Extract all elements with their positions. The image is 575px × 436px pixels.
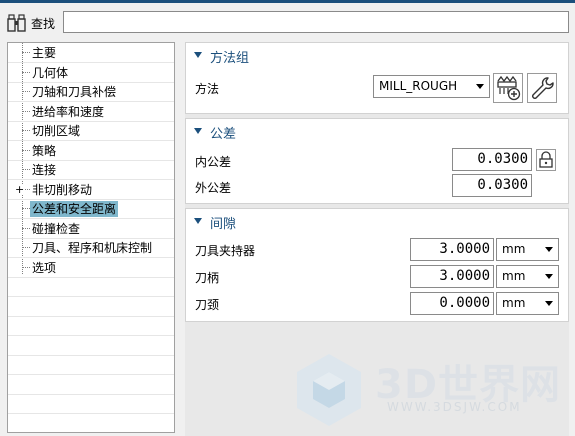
- tree-item[interactable]: 连接: [8, 160, 174, 180]
- search-bar: 查找: [0, 3, 575, 40]
- tree-connector-line: [22, 149, 30, 151]
- tree-empty-row: [8, 375, 174, 395]
- inner-tolerance-input[interactable]: 0.0300: [452, 148, 532, 171]
- search-label: 查找: [31, 17, 56, 31]
- wrench-icon: [532, 77, 554, 99]
- tree-item[interactable]: 公差和安全距离: [8, 199, 174, 219]
- tree-connector-line: [22, 227, 30, 229]
- tree-item[interactable]: 策略: [8, 141, 174, 161]
- tree-item-label: 策略: [32, 143, 57, 158]
- tree-item[interactable]: 切削区域: [8, 121, 174, 141]
- method-group-header[interactable]: 方法组: [186, 43, 568, 67]
- tree-empty-row: [8, 336, 174, 356]
- tree-empty-row: [8, 355, 174, 375]
- chevron-down-icon: [545, 301, 553, 306]
- shank-unit-value: mm: [502, 269, 526, 283]
- shank-clearance-label: 刀柄: [195, 271, 220, 285]
- tree-item[interactable]: 主要: [8, 43, 174, 63]
- collapse-triangle-icon: [194, 52, 202, 58]
- tree-connector-line: [22, 266, 30, 268]
- inner-tolerance-label: 内公差: [195, 155, 232, 169]
- tree-connector-line: [22, 169, 30, 170]
- edit-method-button[interactable]: [527, 73, 557, 103]
- neck-unit-value: mm: [502, 296, 526, 310]
- tree-item[interactable]: 刀轴和刀具补偿: [8, 82, 174, 102]
- shank-unit-dropdown[interactable]: mm: [496, 265, 559, 288]
- tree-empty-row: [8, 414, 174, 433]
- tree-empty-row: [8, 297, 174, 317]
- create-method-button[interactable]: [493, 73, 523, 103]
- holder-unit-dropdown[interactable]: mm: [496, 238, 559, 261]
- chevron-down-icon: [545, 247, 553, 252]
- settings-tree: 主要几何体刀轴和刀具补偿 进给率和速度 切削区域策略连接 + 非切削移动公差和安全距离碰…: [7, 42, 175, 433]
- tree-item[interactable]: 碰撞检查: [8, 219, 174, 239]
- tree-connector-line: [22, 130, 30, 131]
- tree-item-label: 切削区域: [32, 124, 81, 138]
- chevron-down-icon: [476, 84, 484, 89]
- create-method-icon: [497, 75, 521, 101]
- tree-empty-row: [8, 316, 174, 336]
- clearance-title: 间隙: [210, 217, 237, 232]
- method-group-title: 方法组: [210, 51, 250, 66]
- shank-clearance-input[interactable]: 3.0000: [410, 265, 494, 288]
- clearance-section: 间隙 刀具夹持器 3.0000 mm 刀柄 3.0000 mm 刀颈 0.000…: [185, 208, 569, 322]
- method-label: 方法: [195, 82, 220, 96]
- tree-item-label: 刀具、程序和机床控制: [32, 241, 153, 255]
- tree-item-label: 连接: [32, 163, 57, 177]
- tree-item[interactable]: 刀具、程序和机床控制: [8, 238, 174, 258]
- holder-clearance-label: 刀具夹持器: [195, 244, 256, 258]
- method-group-section: 方法组 方法 MILL_ROUGH: [185, 42, 569, 114]
- tolerance-header[interactable]: 公差: [186, 119, 568, 143]
- tree-empty-row: [8, 394, 174, 414]
- watermark: 3D世界网 WWW.3DSJW.COM: [289, 350, 560, 430]
- clearance-header[interactable]: 间隙: [186, 209, 568, 233]
- binoculars-icon[interactable]: [7, 13, 27, 33]
- tolerance-section: 公差 内公差 0.0300 外公差 0.0300: [185, 118, 569, 204]
- expand-plus-icon[interactable]: +: [15, 183, 24, 195]
- tree-connector-line: [22, 208, 30, 209]
- tree-item-label: 主要: [32, 46, 57, 60]
- tree-item[interactable]: 几何体: [8, 63, 174, 83]
- tree-item[interactable]: 选项: [8, 258, 174, 278]
- tree-connector-line: [22, 110, 30, 112]
- tree-item-label: 碰撞检查: [32, 221, 81, 236]
- tree-item-label: 刀轴和刀具补偿: [32, 85, 117, 99]
- outer-tolerance-label: 外公差: [195, 181, 232, 195]
- collapse-triangle-icon: [194, 128, 202, 134]
- chevron-down-icon: [545, 274, 553, 279]
- neck-unit-dropdown[interactable]: mm: [496, 292, 559, 315]
- search-input[interactable]: [63, 11, 569, 33]
- tree-item-label: 公差和安全距离: [30, 201, 119, 217]
- neck-clearance-label: 刀颈: [195, 298, 220, 312]
- tree-item[interactable]: 进给率和速度: [8, 102, 174, 122]
- holder-unit-value: mm: [502, 242, 526, 256]
- tree-connector-line: [22, 247, 30, 248]
- tree-item-label: 进给率和速度: [32, 104, 105, 119]
- tree-connector-line: [22, 52, 30, 53]
- watermark-cube-logo: [297, 354, 361, 426]
- tree-item-label: 几何体: [32, 65, 69, 80]
- holder-clearance-input[interactable]: 3.0000: [410, 238, 494, 261]
- neck-clearance-input[interactable]: 0.0000: [410, 292, 494, 315]
- method-dropdown-value: MILL_ROUGH: [379, 79, 458, 93]
- outer-tolerance-input[interactable]: 0.0300: [452, 174, 532, 197]
- tree-item-label: 选项: [32, 260, 57, 275]
- tolerance-title: 公差: [210, 127, 237, 142]
- watermark-url: WWW.3DSJW.COM: [387, 400, 522, 414]
- tree-connector-line: [22, 91, 30, 92]
- tree-item[interactable]: + 非切削移动: [8, 180, 174, 200]
- lock-button[interactable]: [536, 149, 556, 171]
- method-dropdown[interactable]: MILL_ROUGH: [373, 75, 490, 98]
- tree-connector-line: [22, 71, 30, 73]
- lock-icon: [539, 151, 553, 168]
- tree-item-label: 非切削移动: [32, 182, 93, 197]
- tree-empty-row: [8, 277, 174, 297]
- collapse-triangle-icon: [194, 218, 202, 224]
